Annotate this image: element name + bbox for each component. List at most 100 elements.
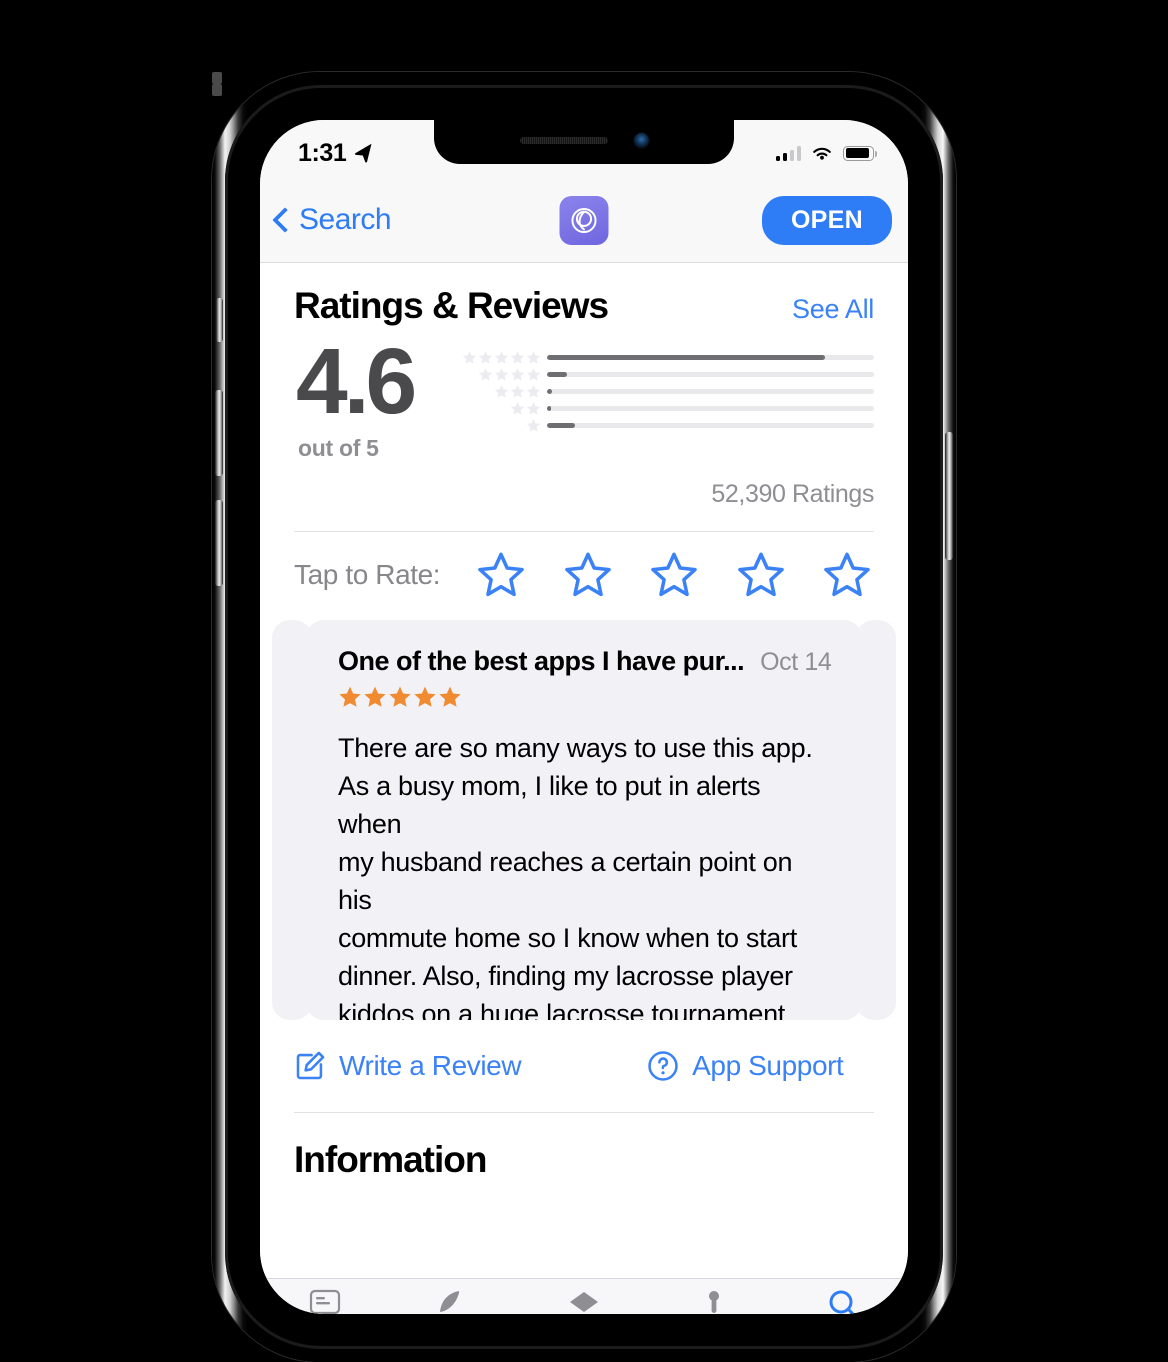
histogram-stars-5	[455, 350, 547, 365]
review-actions-row: Write a Review App Support	[294, 1020, 874, 1112]
review-line: dinner. Also, finding my lacrosse player	[338, 960, 793, 991]
star-icon	[495, 385, 509, 398]
compose-pencil-icon	[296, 1051, 325, 1079]
app-icon-glyph	[571, 207, 597, 233]
status-bar-left: 1:31	[298, 139, 375, 168]
rate-star-4-icon[interactable]	[736, 550, 786, 600]
app-support-button[interactable]: App Support	[647, 1049, 844, 1082]
review-line: commute home so I know when to start	[338, 922, 797, 953]
tab-bar	[260, 1278, 908, 1314]
chevron-left-icon	[272, 207, 298, 233]
rating-summary: 4.6 out of 5	[294, 329, 874, 462]
histogram-bar-3	[547, 389, 874, 394]
arcade-joystick-icon	[708, 1291, 719, 1313]
average-score-block: 4.6 out of 5	[294, 329, 417, 462]
volume-up-button[interactable]	[215, 390, 223, 476]
rate-star-5-icon[interactable]	[822, 550, 872, 600]
app-support-label: App Support	[692, 1049, 844, 1081]
histogram-row	[455, 400, 874, 417]
histogram-stars-3	[455, 384, 547, 399]
review-star-rating	[338, 685, 830, 709]
review-line: As a busy mom, I like to put in alerts w…	[338, 770, 761, 839]
device-notch	[434, 120, 734, 164]
histogram-stars-2	[455, 401, 547, 416]
wifi-icon	[813, 147, 831, 160]
reviews-carousel[interactable]: One of the best apps I have pur... Oct 1…	[272, 619, 896, 1020]
power-side-button[interactable]	[945, 432, 953, 560]
page-title: Ratings & Reviews	[294, 285, 609, 326]
star-icon	[527, 385, 541, 398]
ratings-section-header: Ratings & Reviews See All	[294, 263, 874, 327]
see-all-link[interactable]: See All	[792, 294, 874, 325]
histogram-bar-fill	[547, 372, 567, 377]
histogram-bar-fill	[547, 355, 825, 360]
tab-games[interactable]	[390, 1289, 520, 1314]
write-a-review-label: Write a Review	[339, 1049, 522, 1081]
histogram-row	[455, 366, 874, 383]
review-card[interactable]: One of the best apps I have pur... Oct 1…	[306, 619, 862, 1020]
tab-apps[interactable]	[519, 1289, 649, 1314]
star-icon	[527, 351, 541, 364]
histogram-row	[455, 383, 874, 400]
clock-time: 1:31	[298, 138, 347, 167]
apps-stack-icon	[569, 1292, 598, 1312]
tap-to-rate-row: Tap to Rate:	[294, 532, 874, 618]
histogram-bar-fill	[547, 389, 553, 394]
open-app-button[interactable]: OPEN	[761, 195, 892, 245]
information-divider	[294, 1111, 874, 1113]
histogram-row	[455, 417, 874, 434]
rate-star-3-icon[interactable]	[649, 550, 699, 600]
review-body: There are so many ways to use this app. …	[338, 729, 830, 1020]
earpiece-speaker-icon	[519, 136, 608, 144]
tab-search[interactable]	[778, 1289, 908, 1314]
location-arrow-icon	[355, 143, 372, 163]
back-button-label: Search	[299, 203, 392, 236]
cellular-bars-icon	[776, 145, 801, 161]
phone-screen: 1:31 Search OPEN Ratings & Reviews See A…	[260, 120, 908, 1314]
average-rating-value: 4.6	[296, 329, 417, 433]
iphone-device-frame: 1:31 Search OPEN Ratings & Reviews See A…	[212, 72, 956, 1362]
histogram-stars-4	[455, 367, 547, 382]
star-icon	[511, 385, 525, 398]
rate-star-2-icon[interactable]	[563, 550, 613, 600]
histogram-bar-2	[547, 406, 874, 411]
front-camera-icon	[633, 132, 649, 148]
navigation-bar: Search OPEN	[260, 178, 908, 263]
histogram-bar-5	[547, 355, 874, 360]
tap-to-rate-label: Tap to Rate:	[294, 558, 441, 590]
volume-down-button[interactable]	[215, 500, 223, 586]
total-ratings-label: 52,390 Ratings	[711, 479, 874, 508]
question-circle-icon	[648, 1050, 678, 1081]
write-a-review-button[interactable]: Write a Review	[294, 1049, 522, 1082]
rate-star-1-icon[interactable]	[476, 550, 526, 600]
histogram-bar-fill	[547, 423, 576, 428]
silent-switch-button[interactable]	[216, 298, 223, 342]
review-line: There are so many ways to use this app.	[338, 732, 813, 763]
star-icon	[527, 419, 541, 432]
rating-distribution-chart	[455, 349, 874, 434]
tab-today[interactable]	[260, 1289, 390, 1314]
screenshot-stage: 1:31 Search OPEN Ratings & Reviews See A…	[0, 0, 1168, 1362]
app-detail-content: Ratings & Reviews See All 4.6 out of 5 5…	[260, 263, 908, 1314]
star-icon	[389, 686, 411, 707]
star-icon	[511, 402, 525, 415]
next-review-card-peek[interactable]	[856, 619, 896, 1020]
tap-to-rate-stars[interactable]	[476, 550, 872, 600]
histogram-row	[455, 349, 874, 366]
back-to-search-button[interactable]: Search	[272, 203, 392, 237]
histogram-bar-1	[547, 423, 874, 428]
star-icon	[479, 368, 493, 381]
star-icon	[495, 368, 509, 381]
search-magnifier-icon	[829, 1290, 856, 1314]
star-icon	[414, 686, 436, 707]
review-line: my husband reaches a certain point on hi…	[338, 846, 793, 915]
histogram-stars-1	[455, 418, 547, 433]
review-line: kiddos on a huge lacrosse tournament	[338, 998, 785, 1020]
review-date: Oct 14	[760, 647, 832, 676]
histogram-bar-fill	[547, 406, 551, 411]
information-section-title: Information	[294, 1138, 487, 1180]
out-of-label: out of 5	[298, 434, 379, 461]
star-icon	[463, 351, 477, 364]
tab-arcade[interactable]	[649, 1289, 779, 1314]
status-bar-right	[776, 144, 877, 162]
